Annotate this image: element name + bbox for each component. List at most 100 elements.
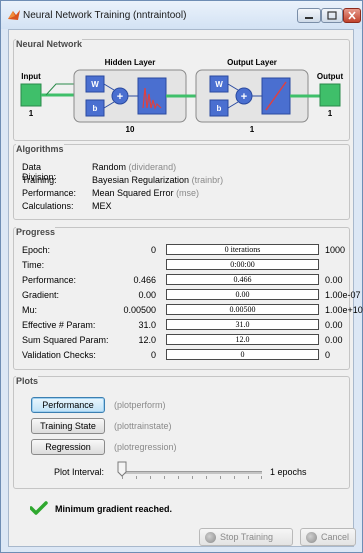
- hidden-layer-size: 10: [126, 125, 135, 134]
- stop-training-button[interactable]: Stop Training: [199, 528, 293, 546]
- algorithms-panel: Algorithms Data Division: Random (divide…: [13, 144, 350, 220]
- progress-min: 0: [150, 245, 156, 255]
- close-icon: [348, 11, 356, 20]
- progress-max: 0.00: [325, 320, 343, 330]
- maximize-button[interactable]: [321, 8, 343, 23]
- plot-interval-slider-thumb[interactable]: [117, 461, 127, 477]
- progress-row-time: Time: 0:00:00: [14, 259, 351, 272]
- minimize-icon: [305, 17, 313, 19]
- slider-ticks: [122, 476, 262, 479]
- progress-label: Epoch:: [22, 245, 51, 255]
- input-size: 1: [29, 109, 34, 118]
- plot-interval-label: Plot Interval:: [54, 467, 105, 477]
- progress-max: 0: [325, 350, 331, 360]
- progress-panel: Progress Epoch: 0 0 iterations 1000 Time…: [13, 227, 363, 370]
- matlab-logo-icon: [8, 10, 20, 20]
- output-label: Output: [317, 72, 344, 81]
- maximize-icon: [327, 11, 337, 20]
- progress-title: Progress: [16, 227, 56, 237]
- progress-min: 0: [150, 350, 156, 360]
- algorithm-value-text: Random: [92, 162, 127, 172]
- plots-title: Plots: [16, 376, 39, 386]
- progress-label: Mu:: [22, 305, 38, 315]
- hidden-weight-label: W: [91, 80, 99, 89]
- progress-row-gradient: Gradient: 0.00 0.00 1.00e-07: [14, 289, 361, 302]
- output-layer-title: Output Layer: [227, 58, 277, 67]
- algorithm-value: MEX: [92, 201, 112, 211]
- title-bar: Neural Network Training (nntraintool): [1, 1, 362, 29]
- cancel-icon: [306, 532, 317, 543]
- regression-plot-button[interactable]: Regression: [31, 439, 105, 455]
- minimize-button[interactable]: [297, 8, 321, 23]
- algorithm-function: (mse): [176, 188, 200, 198]
- algorithm-value-text: MEX: [92, 201, 112, 211]
- cancel-label: Cancel: [321, 532, 350, 542]
- algorithm-value-text: Mean Squared Error: [92, 188, 174, 198]
- checkmark-icon: [30, 501, 48, 515]
- client-area: Neural Network Input 1 Hidden Layer W b …: [8, 29, 363, 547]
- app-window: Neural Network Training (nntraintool) Ne…: [0, 0, 363, 553]
- performance-plot-button[interactable]: Performance: [31, 397, 105, 413]
- input-wire: [45, 83, 74, 96]
- input-label: Input: [21, 72, 41, 81]
- plot-interval-slider-track[interactable]: [120, 471, 262, 474]
- progress-label: Time:: [22, 260, 45, 270]
- progress-label: Sum Squared Param:: [22, 335, 109, 345]
- progress-row-sum-squared-param: Sum Squared Param: 12.0 12.0 0.00: [14, 334, 351, 347]
- algorithm-key: Training:: [22, 175, 57, 185]
- output-layer-size: 1: [250, 125, 255, 134]
- hidden-sum-label: +: [117, 91, 123, 103]
- algorithm-key: Performance:: [22, 188, 77, 198]
- stop-training-label: Stop Training: [220, 532, 274, 542]
- training-state-plot-function: (plottrainstate): [114, 421, 172, 431]
- progress-max: 0.00: [325, 335, 343, 345]
- output-bias-label: b: [217, 104, 222, 113]
- progress-max: 1.00e-07: [325, 290, 361, 300]
- network-diagram: Input 1 Hidden Layer W b + 10 Output Lay…: [20, 58, 344, 134]
- cancel-button[interactable]: Cancel: [300, 528, 356, 546]
- progress-max: 1.00e+10: [325, 305, 363, 315]
- progress-label: Effective # Param:: [22, 320, 96, 330]
- progress-label: Performance:: [22, 275, 77, 285]
- progress-label: Gradient:: [22, 290, 60, 300]
- progress-bar: 0:00:00: [166, 259, 319, 270]
- plots-panel: Plots Performance (plotperform) Training…: [13, 376, 350, 489]
- algorithm-value-text: Bayesian Regularization: [92, 175, 190, 185]
- progress-bar: 31.0: [166, 319, 319, 330]
- algorithm-value: Bayesian Regularization (trainbr): [92, 175, 223, 185]
- progress-min: 0.00: [138, 290, 156, 300]
- algorithm-function: (trainbr): [191, 175, 224, 185]
- progress-min: 12.0: [138, 335, 156, 345]
- algorithm-function: (dividerand): [128, 162, 177, 172]
- progress-min: 31.0: [138, 320, 156, 330]
- regression-plot-function: (plotregression): [114, 442, 177, 452]
- status-message: Minimum gradient reached.: [55, 504, 173, 514]
- progress-row-performance: Performance: 0.466 0.466 0.00: [14, 274, 351, 287]
- progress-max: 0.00: [325, 275, 343, 285]
- progress-row-mu: Mu: 0.00500 0.00500 1.00e+10: [14, 304, 363, 317]
- progress-row-validation-checks: Validation Checks: 0 0 0: [14, 349, 351, 362]
- input-block: [20, 83, 42, 107]
- progress-label: Validation Checks:: [22, 350, 96, 360]
- progress-max: 1000: [325, 245, 346, 255]
- progress-min: 0.466: [133, 275, 156, 285]
- hidden-transfer-block: [137, 77, 167, 115]
- output-size: 1: [328, 109, 333, 118]
- hidden-bias-label: b: [93, 104, 98, 113]
- progress-bar: 0 iterations: [166, 244, 319, 255]
- progress-bar: 12.0: [166, 334, 319, 345]
- algorithm-key: Calculations:: [22, 201, 74, 211]
- progress-bar: 0.00500: [166, 304, 319, 315]
- hidden-layer-title: Hidden Layer: [105, 58, 156, 67]
- stop-icon: [205, 532, 216, 543]
- progress-bar: 0.00: [166, 289, 319, 300]
- output-weight-label: W: [215, 80, 223, 89]
- training-state-plot-button[interactable]: Training State: [31, 418, 105, 434]
- window-title: Neural Network Training (nntraintool): [23, 10, 187, 21]
- progress-bar: 0: [166, 349, 319, 360]
- close-button[interactable]: [343, 8, 361, 23]
- performance-plot-function: (plotperform): [114, 400, 166, 410]
- progress-row-epoch: Epoch: 0 0 iterations 1000: [14, 244, 351, 257]
- progress-bar: 0.466: [166, 274, 319, 285]
- output-block: [319, 83, 341, 107]
